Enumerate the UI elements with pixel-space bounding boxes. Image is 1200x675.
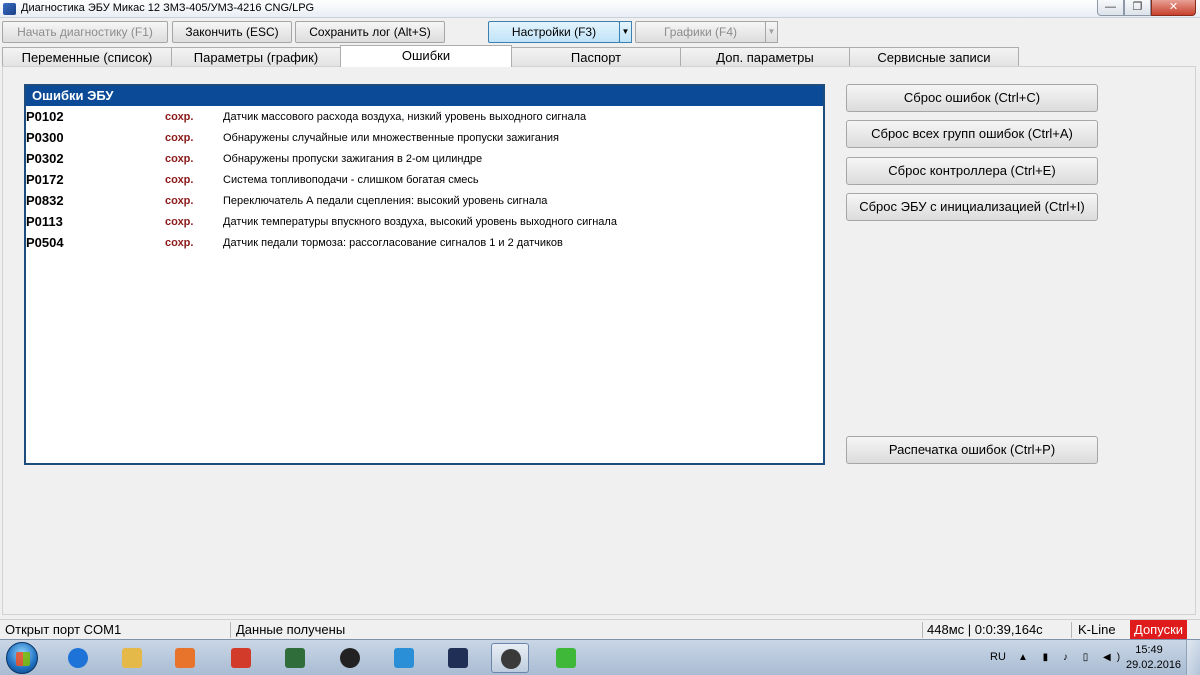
pulse-app-icon[interactable]	[439, 643, 477, 673]
show-desktop-button[interactable]	[1186, 640, 1200, 675]
clock-time: 15:49	[1135, 644, 1163, 656]
error-row[interactable]: P0113 сохр. Датчик температуры впускного…	[26, 211, 823, 232]
status-separator	[1071, 622, 1072, 638]
green-a-app-icon[interactable]	[547, 643, 585, 673]
error-status: сохр.	[165, 216, 194, 228]
error-description: Обнаружены пропуски зажигания в 2-ом цил…	[223, 153, 483, 165]
diagnostics-app-icon[interactable]	[491, 643, 529, 673]
error-status: сохр.	[165, 111, 194, 123]
tab-extra-parameters[interactable]: Доп. параметры	[680, 47, 850, 67]
data-status: Данные получены	[236, 622, 346, 637]
status-bar: Открыт порт COM1 Данные получены 448мс |…	[0, 619, 1200, 640]
error-list-header: Ошибки ЭБУ	[26, 86, 823, 106]
reset-all-error-groups-button[interactable]: Сброс всех групп ошибок (Ctrl+A)	[846, 120, 1098, 148]
error-status: сохр.	[165, 195, 194, 207]
finish-button[interactable]: Закончить (ESC)	[172, 21, 292, 43]
green-a-glyph-icon	[556, 648, 576, 668]
red-app-icon[interactable]	[222, 643, 260, 673]
tab-parameters-graph[interactable]: Параметры (график)	[171, 47, 341, 67]
error-description: Датчик температуры впускного воздуха, вы…	[223, 216, 617, 228]
monitor-glyph-icon	[285, 648, 305, 668]
close-button[interactable]: ✕	[1151, 0, 1196, 16]
save-log-button[interactable]: Сохранить лог (Alt+S)	[295, 21, 445, 43]
status-separator	[230, 622, 231, 638]
error-row[interactable]: P0832 сохр. Переключатель А педали сцепл…	[26, 190, 823, 211]
start-button-icon[interactable]	[6, 642, 38, 674]
media-player-icon[interactable]	[166, 643, 204, 673]
error-row[interactable]: P0102 сохр. Датчик массового расхода воз…	[26, 106, 823, 127]
error-status: сохр.	[165, 132, 194, 144]
toolbar: Начать диагностику (F1) Закончить (ESC) …	[0, 19, 1200, 45]
window-controls: — ❐ ✕	[1097, 0, 1196, 16]
error-row[interactable]: P0504 сохр. Датчик педали тормоза: рассо…	[26, 232, 823, 253]
error-code: P0172	[26, 172, 64, 187]
status-separator	[922, 622, 923, 638]
settings-dropdown-icon[interactable]: ▼	[619, 21, 632, 43]
reset-errors-button[interactable]: Сброс ошибок (Ctrl+C)	[846, 84, 1098, 112]
maximize-button[interactable]: ❐	[1124, 0, 1151, 16]
media-glyph-icon	[175, 648, 195, 668]
print-errors-button[interactable]: Распечатка ошибок (Ctrl+P)	[846, 436, 1098, 464]
camera-app-icon[interactable]	[385, 643, 423, 673]
error-status: сохр.	[165, 237, 194, 249]
error-code: P0102	[26, 109, 64, 124]
minimize-button[interactable]: —	[1097, 0, 1124, 16]
clock-date: 29.02.2016	[1126, 659, 1182, 671]
taskbar: RU ▲ ▮ ♪ ▯ ◀) 15:49 29.02.2016	[0, 639, 1200, 675]
error-row[interactable]: P0300 сохр. Обнаружены случайные или мно…	[26, 127, 823, 148]
graphs-button[interactable]: Графики (F4)	[635, 21, 766, 43]
reset-controller-button[interactable]: Сброс контроллера (Ctrl+E)	[846, 157, 1098, 185]
error-code: P0504	[26, 235, 64, 250]
error-row[interactable]: P0172 сохр. Система топливоподачи - слиш…	[26, 169, 823, 190]
protocol-status: K-Line	[1078, 622, 1116, 637]
red-app-glyph-icon	[231, 648, 251, 668]
error-description: Переключатель А педали сцепления: высоки…	[223, 195, 548, 207]
tab-passport[interactable]: Паспорт	[511, 47, 681, 67]
tab-service-records[interactable]: Сервисные записи	[849, 47, 1019, 67]
timing-status: 448мс | 0:0:39,164с	[927, 622, 1043, 637]
pulse-glyph-icon	[448, 648, 468, 668]
error-code: P0302	[26, 151, 64, 166]
file-explorer-icon[interactable]	[113, 643, 151, 673]
language-indicator[interactable]: RU	[990, 651, 1006, 663]
tab-errors[interactable]: Ошибки	[340, 45, 512, 67]
error-description: Датчик педали тормоза: рассогласование с…	[223, 237, 563, 249]
internet-explorer-icon[interactable]	[59, 643, 97, 673]
triangle-app-icon[interactable]	[331, 643, 369, 673]
error-status: сохр.	[165, 153, 194, 165]
tab-strip: Переменные (список) Параметры (график) О…	[0, 45, 1200, 67]
port-status: Открыт порт COM1	[5, 622, 122, 637]
settings-button[interactable]: Настройки (F3)	[488, 21, 620, 43]
triangle-glyph-icon	[340, 648, 360, 668]
camera-glyph-icon	[394, 648, 414, 668]
system-tray-icons[interactable]: ▲ ▮ ♪ ▯ ◀)	[1018, 652, 1126, 663]
diagnostics-glyph-icon	[501, 649, 521, 669]
reset-ecu-init-button[interactable]: Сброс ЭБУ с инициализацией (Ctrl+I)	[846, 193, 1098, 221]
folder-glyph-icon	[122, 648, 142, 668]
ie-glyph-icon	[68, 648, 88, 668]
window-title: Диагностика ЭБУ Микас 12 ЗМЗ-405/УМЗ-421…	[21, 2, 315, 14]
monitor-app-icon[interactable]	[276, 643, 314, 673]
error-code: P0113	[26, 214, 63, 229]
tolerances-alert-badge: Допуски	[1130, 620, 1188, 640]
graphs-dropdown-icon[interactable]: ▼	[765, 21, 778, 43]
error-code: P0300	[26, 130, 64, 145]
app-icon	[3, 3, 16, 15]
error-code: P0832	[26, 193, 64, 208]
error-status: сохр.	[165, 174, 194, 186]
title-bar: Диагностика ЭБУ Микас 12 ЗМЗ-405/УМЗ-421…	[0, 0, 1200, 18]
error-description: Система топливоподачи - слишком богатая …	[223, 174, 479, 186]
clock[interactable]: 15:49 29.02.2016	[1126, 643, 1182, 673]
start-diagnostics-button[interactable]: Начать диагностику (F1)	[2, 21, 168, 43]
error-list-panel: Ошибки ЭБУ P0102 сохр. Датчик массового …	[24, 84, 825, 465]
error-description: Обнаружены случайные или множественные п…	[223, 132, 559, 144]
tab-variables-list[interactable]: Переменные (список)	[2, 47, 172, 67]
error-row[interactable]: P0302 сохр. Обнаружены пропуски зажигани…	[26, 148, 823, 169]
error-description: Датчик массового расхода воздуха, низкий…	[223, 111, 587, 123]
